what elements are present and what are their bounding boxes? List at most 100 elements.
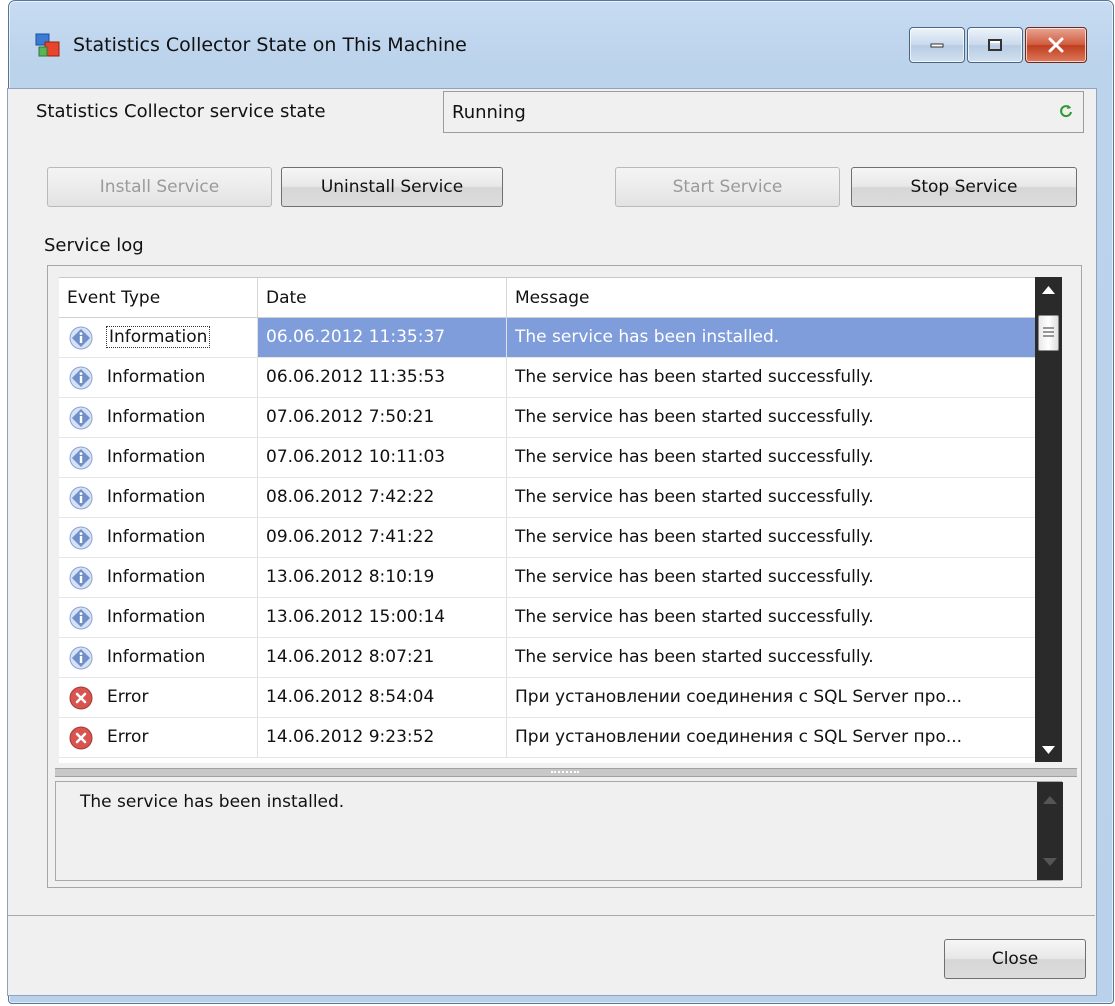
table-row[interactable]: Information 06.06.2012 11:35:37 The servic… <box>59 318 1035 358</box>
table-row[interactable]: Information 13.06.2012 15:00:14 The servic… <box>59 598 1035 638</box>
event-type-text: Information <box>107 607 206 627</box>
minimize-icon <box>930 43 944 48</box>
date-cell: 07.06.2012 10:11:03 <box>258 438 507 478</box>
event-type-text: Information <box>107 447 206 467</box>
event-type-text: Information <box>107 367 206 387</box>
close-window-button[interactable] <box>1025 27 1087 63</box>
table-row[interactable]: Error 14.06.2012 8:54:04 При установлении … <box>59 678 1035 718</box>
table-row[interactable]: Information 14.06.2012 8:07:21 The service… <box>59 638 1035 678</box>
uninstall-service-button[interactable]: Uninstall Service <box>281 167 503 207</box>
minimize-button[interactable] <box>909 27 965 63</box>
title-bar[interactable]: Statistics Collector State on This Machi… <box>9 1 1113 89</box>
event-type-cell: Information <box>59 358 258 398</box>
grid-header: Event Type Date Message <box>59 278 1035 318</box>
detail-scroll-up-icon[interactable] <box>1037 788 1063 812</box>
column-header-event-type[interactable]: Event Type <box>59 278 258 318</box>
event-type-text: Information <box>107 647 206 667</box>
info-icon <box>69 606 93 630</box>
event-type-cell: Information <box>59 478 258 518</box>
table-row[interactable]: Information 09.06.2012 7:41:22 The service… <box>59 518 1035 558</box>
date-cell: 06.06.2012 11:35:53 <box>258 358 507 398</box>
event-type-cell: Information <box>59 398 258 438</box>
event-type-text: Error <box>107 727 149 747</box>
app-icon <box>35 33 60 57</box>
refresh-icon <box>1060 105 1072 118</box>
event-type-text: Information <box>105 326 211 348</box>
date-cell: 14.06.2012 8:07:21 <box>258 638 507 678</box>
date-cell: 14.06.2012 8:54:04 <box>258 678 507 718</box>
install-service-button[interactable]: Install Service <box>47 167 272 207</box>
service-state-label: Statistics Collector service state <box>36 101 326 122</box>
detail-scrollbar[interactable] <box>1037 782 1063 880</box>
scroll-down-arrow-icon[interactable] <box>1035 736 1062 762</box>
service-log-label: Service log <box>44 235 144 256</box>
message-cell: При установлении соединения с SQL Server… <box>507 678 1035 718</box>
info-icon <box>69 406 93 430</box>
close-button[interactable]: Close <box>944 939 1086 979</box>
message-cell: The service has been started successfull… <box>507 518 1035 558</box>
message-cell: The service has been started successfull… <box>507 438 1035 478</box>
log-detail-box[interactable]: The service has been installed. <box>55 781 1062 881</box>
event-type-cell: Information <box>59 558 258 598</box>
event-type-text: Information <box>107 487 206 507</box>
maximize-button[interactable] <box>967 27 1023 63</box>
stop-service-button[interactable]: Stop Service <box>851 167 1077 207</box>
info-icon <box>69 486 93 510</box>
service-state-value: Running <box>452 102 526 123</box>
info-icon <box>69 326 93 350</box>
date-cell: 13.06.2012 8:10:19 <box>258 558 507 598</box>
table-row[interactable]: Information 07.06.2012 7:50:21 The service… <box>59 398 1035 438</box>
service-state-field: Running <box>443 91 1084 133</box>
event-type-cell: Error <box>59 718 258 758</box>
message-cell: The service has been installed. <box>507 318 1035 358</box>
table-row[interactable]: Error 14.06.2012 9:23:52 При установлении … <box>59 718 1035 758</box>
message-cell: The service has been started successfull… <box>507 478 1035 518</box>
info-icon <box>69 446 93 470</box>
table-row[interactable]: Information 07.06.2012 10:11:03 The servic… <box>59 438 1035 478</box>
event-type-cell: Information <box>59 598 258 638</box>
log-detail-text: The service has been installed. <box>80 792 345 812</box>
table-row[interactable]: Information 08.06.2012 7:42:22 The service… <box>59 478 1035 518</box>
maximize-icon <box>988 39 1002 51</box>
scrollbar-thumb[interactable] <box>1038 315 1059 351</box>
message-cell: The service has been started successfull… <box>507 638 1035 678</box>
error-icon <box>69 726 93 750</box>
message-cell: The service has been started successfull… <box>507 558 1035 598</box>
service-log-grid[interactable]: Event Type Date Message Information 06.06… <box>59 277 1035 763</box>
event-type-cell: Information <box>59 438 258 478</box>
date-cell: 07.06.2012 7:50:21 <box>258 398 507 438</box>
error-icon <box>69 686 93 710</box>
start-service-button[interactable]: Start Service <box>615 167 840 207</box>
event-type-text: Information <box>107 407 206 427</box>
event-type-cell: Information <box>59 638 258 678</box>
date-cell: 09.06.2012 7:41:22 <box>258 518 507 558</box>
grid-scrollbar[interactable] <box>1035 277 1062 762</box>
close-icon <box>1048 37 1064 53</box>
message-cell: The service has been started successfull… <box>507 398 1035 438</box>
event-type-text: Error <box>107 687 149 707</box>
info-icon <box>69 646 93 670</box>
info-icon <box>69 526 93 550</box>
event-type-text: Information <box>107 567 206 587</box>
date-cell: 08.06.2012 7:42:22 <box>258 478 507 518</box>
column-header-message[interactable]: Message <box>507 278 1035 318</box>
dialog-footer <box>8 916 1095 993</box>
date-cell: 14.06.2012 9:23:52 <box>258 718 507 758</box>
column-header-date[interactable]: Date <box>258 278 507 318</box>
date-cell: 13.06.2012 15:00:14 <box>258 598 507 638</box>
table-row[interactable]: Information 13.06.2012 8:10:19 The service… <box>59 558 1035 598</box>
splitter-grip <box>551 771 579 776</box>
event-type-cell: Information <box>59 518 258 558</box>
scroll-up-arrow-icon[interactable] <box>1035 277 1062 303</box>
date-cell: 06.06.2012 11:35:37 <box>258 318 507 358</box>
window-title: Statistics Collector State on This Machi… <box>73 34 467 56</box>
event-type-cell: Information <box>59 318 258 358</box>
message-cell: При установлении соединения с SQL Server… <box>507 718 1035 758</box>
table-row[interactable]: Information 06.06.2012 11:35:53 The servic… <box>59 358 1035 398</box>
detail-scroll-down-icon[interactable] <box>1037 850 1063 874</box>
splitter[interactable] <box>55 768 1077 777</box>
event-type-cell: Error <box>59 678 258 718</box>
grip-lines-icon <box>1043 327 1054 337</box>
info-icon <box>69 566 93 590</box>
message-cell: The service has been started successfull… <box>507 598 1035 638</box>
